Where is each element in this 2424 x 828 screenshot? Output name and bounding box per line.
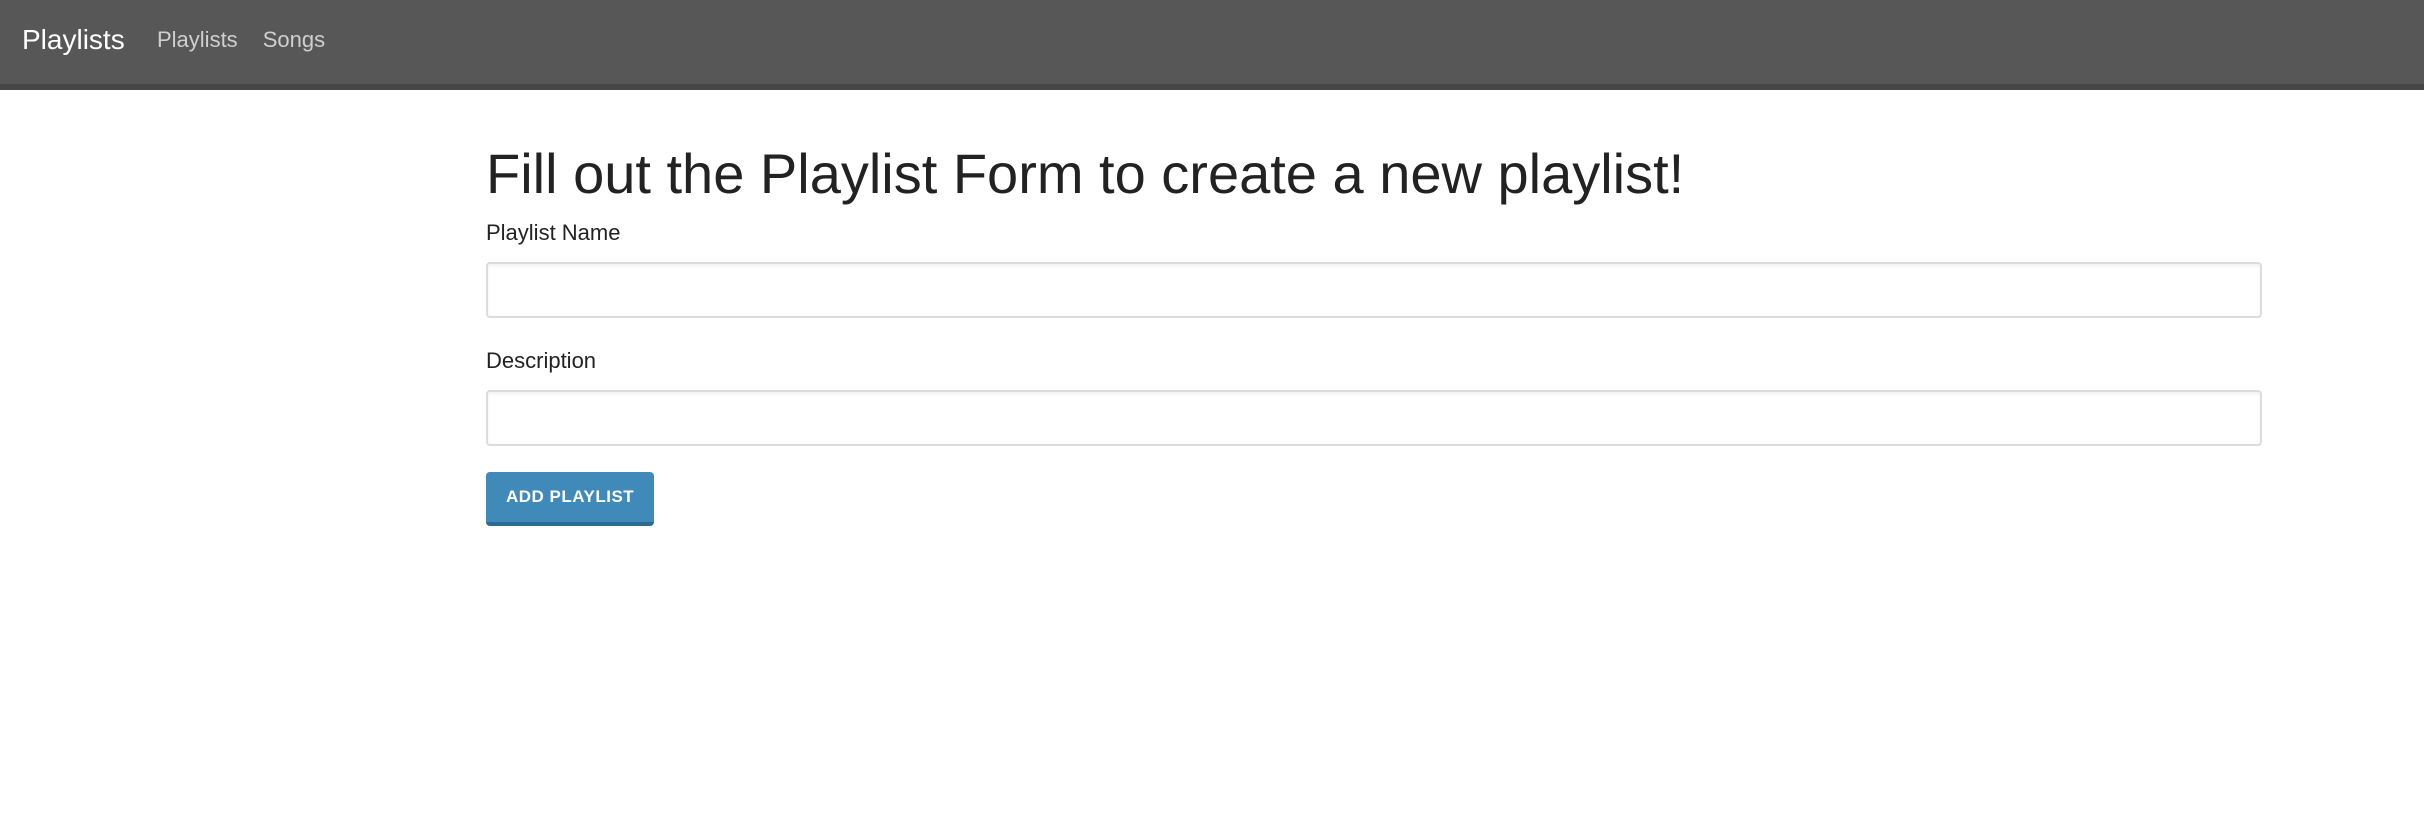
playlist-name-group: Playlist Name — [486, 218, 2262, 318]
page-title: Fill out the Playlist Form to create a n… — [486, 142, 1685, 205]
description-label: Description — [486, 348, 597, 373]
nav-item-playlists: Playlists — [157, 24, 238, 56]
playlist-name-input[interactable] — [486, 262, 2262, 318]
brand-link[interactable]: Playlists — [22, 22, 125, 58]
description-group: Description — [486, 346, 2262, 446]
nav-link-playlists[interactable]: Playlists — [157, 27, 238, 52]
playlist-name-label: Playlist Name — [486, 220, 621, 245]
nav-links: Playlists Songs — [157, 24, 325, 56]
nav-item-songs: Songs — [263, 24, 325, 56]
navbar: Playlists Playlists Songs — [0, 0, 2424, 90]
main-content: Fill out the Playlist Form to create a n… — [486, 140, 2262, 526]
add-playlist-button[interactable]: ADD PLAYLIST — [486, 472, 655, 526]
playlist-form: Playlist Name Description ADD PLAYLIST — [486, 218, 2262, 526]
description-input[interactable] — [486, 390, 2262, 446]
nav-link-songs[interactable]: Songs — [263, 27, 325, 52]
